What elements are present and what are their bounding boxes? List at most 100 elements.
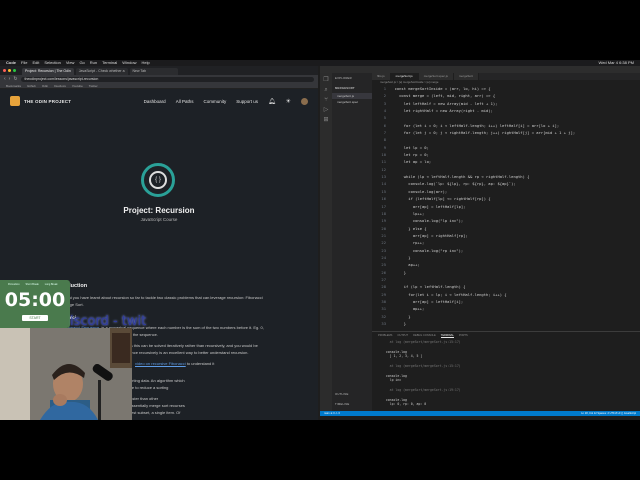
- code-line[interactable]: 18 lp++;: [372, 210, 640, 217]
- webcam-feed: [0, 328, 132, 420]
- extensions-icon[interactable]: ⊞: [323, 117, 329, 123]
- maximize-icon[interactable]: [13, 69, 16, 72]
- site-header: THE ODIN PROJECT Dashboard All Paths Com…: [0, 89, 318, 113]
- editor-tab-mergesort-folder[interactable]: mergeSort: [453, 73, 479, 80]
- code-text: console.log("rp inc");: [390, 247, 464, 253]
- code-line[interactable]: 2 const merge = (left, mid, right, arr) …: [372, 92, 640, 99]
- tab-output[interactable]: OUTPUT: [397, 334, 408, 338]
- code-line[interactable]: 20 } else {: [372, 225, 640, 232]
- code-line[interactable]: 16 if (leftHalf[lp] <= rightHalf[rp]) {: [372, 195, 640, 202]
- bookmark-item[interactable]: Devdocs: [54, 83, 66, 88]
- timer-tab-pomodoro[interactable]: Pomodoro: [8, 283, 20, 286]
- bell-icon[interactable]: 🔔︎: [268, 98, 276, 105]
- bookmark-item[interactable]: Twitter: [89, 83, 98, 88]
- timer-start-button[interactable]: START: [22, 315, 48, 321]
- site-logo-text[interactable]: THE ODIN PROJECT: [24, 99, 71, 104]
- browser-tab-new[interactable]: New Tab: [129, 68, 178, 75]
- code-line[interactable]: 13 while (lp < leftHalf.length && rp < r…: [372, 173, 640, 180]
- forward-icon[interactable]: ›: [9, 76, 11, 82]
- code-text: }: [390, 269, 407, 275]
- nav-community[interactable]: Community: [203, 99, 226, 104]
- code-line[interactable]: 8: [372, 136, 640, 143]
- editor-tabs: fibs.js mergeSort.js mergeSort.spec.js m…: [372, 73, 640, 80]
- code-line[interactable]: 5: [372, 114, 640, 121]
- code-line[interactable]: 33 }: [372, 320, 640, 327]
- line-number: 23: [381, 247, 386, 253]
- line-number: 8: [383, 137, 386, 143]
- nav-all-paths[interactable]: All Paths: [176, 99, 194, 104]
- code-line[interactable]: 10 let rp = 0;: [372, 151, 640, 158]
- code-line[interactable]: 9 let lp = 0;: [372, 144, 640, 151]
- code-line[interactable]: 23 console.log("rp inc");: [372, 247, 640, 254]
- code-line[interactable]: 1 const mergeSortInside = (arr, lo, hi) …: [372, 85, 640, 92]
- tab-terminal[interactable]: TERMINAL: [440, 334, 454, 338]
- bookmark-item[interactable]: Bookmarks: [6, 83, 21, 88]
- tab-problems[interactable]: PROBLEMS: [378, 334, 392, 338]
- editor-tab-mergesort[interactable]: mergeSort.js: [390, 73, 419, 80]
- code-line[interactable]: 21 arr[ap] = rightHalf[rp];: [372, 232, 640, 239]
- code-editor[interactable]: 1 const mergeSortInside = (arr, lo, hi) …: [372, 85, 640, 331]
- timeline-section[interactable]: TIMELINE: [332, 399, 372, 409]
- line-number: 6: [383, 122, 386, 128]
- code-line[interactable]: 3 let leftHalf = new Array(mid - left + …: [372, 100, 640, 107]
- code-line[interactable]: 30 arr[ap] = leftHalf[i];: [372, 298, 640, 305]
- timer-tab-short-break[interactable]: Short Break: [26, 283, 39, 286]
- odin-logo-icon[interactable]: [10, 96, 20, 106]
- nav-support-us[interactable]: Support us: [236, 99, 258, 104]
- editor-tab-fibs[interactable]: fibs.js: [372, 73, 391, 80]
- source-control-icon[interactable]: ⑂: [323, 97, 329, 103]
- close-icon[interactable]: [3, 69, 6, 72]
- terminal-panel: PROBLEMS OUTPUT DEBUG CONSOLE TERMINAL P…: [372, 331, 640, 416]
- code-line[interactable]: 25 ap++;: [372, 261, 640, 268]
- code-line[interactable]: 31 ap++;: [372, 305, 640, 312]
- code-line[interactable]: 14 console.log(`lp: ${lp}, rp: ${rp}, ap…: [372, 180, 640, 187]
- folder-mergesort[interactable]: MERGESORT: [332, 83, 372, 93]
- minimize-icon[interactable]: [8, 69, 11, 72]
- search-icon[interactable]: ⌕: [323, 87, 329, 93]
- code-line[interactable]: 32 }: [372, 313, 640, 320]
- outline-section[interactable]: OUTLINE: [332, 389, 372, 399]
- file-mergesort-spec[interactable]: mergeSort.spec: [332, 99, 372, 105]
- back-icon[interactable]: ‹: [4, 76, 6, 82]
- code-line[interactable]: 4 let rightHalf = new Array(right - mid)…: [372, 107, 640, 114]
- timer-tab-long-break[interactable]: Long Break: [45, 283, 58, 286]
- tab-debug-console[interactable]: DEBUG CONSOLE: [413, 334, 436, 338]
- nav-dashboard[interactable]: Dashboard: [144, 99, 166, 104]
- code-line[interactable]: 12: [372, 166, 640, 173]
- bookmark-item[interactable]: Youtube: [72, 83, 83, 88]
- code-line[interactable]: 29 for(let i = lp; i < leftHalf.length; …: [372, 291, 640, 298]
- terminal-output[interactable]: at log (mergeSort/mergeSort.js:15:17) co…: [372, 340, 640, 420]
- code-line[interactable]: 28 if (lp < leftHalf.length) {: [372, 283, 640, 290]
- panel-tabs: PROBLEMS OUTPUT DEBUG CONSOLE TERMINAL P…: [372, 332, 640, 340]
- explorer-icon[interactable]: ❐: [323, 77, 329, 83]
- tab-ports[interactable]: PORTS: [459, 334, 468, 338]
- avatar[interactable]: [301, 97, 308, 105]
- code-line[interactable]: 24 }: [372, 254, 640, 261]
- run-debug-icon[interactable]: ▷: [323, 107, 329, 113]
- bookmark-item[interactable]: Github: [27, 83, 36, 88]
- line-number: 2: [383, 93, 386, 99]
- code-line[interactable]: 27: [372, 276, 640, 283]
- status-branch[interactable]: main ⊗ 0 ⚠ 0: [324, 411, 340, 416]
- code-line[interactable]: 17 arr[ap] = leftHalf[lp];: [372, 203, 640, 210]
- browser-tab-javascript[interactable]: JavaScript - Check whether a: [75, 68, 128, 75]
- code-text: } else {: [390, 225, 427, 231]
- browser-tab-recursion[interactable]: Project: Recursion | The Odin: [22, 68, 74, 75]
- status-editor-info[interactable]: Ln 18, Col 12 Spaces: 2 UTF-8 LF {} Java…: [581, 411, 636, 416]
- line-number: 19: [381, 218, 386, 224]
- code-line[interactable]: 7 for (let j = 0; j < rightHalf.length; …: [372, 129, 640, 136]
- code-line[interactable]: 26 }: [372, 269, 640, 276]
- bookmark-item[interactable]: Odin: [42, 83, 48, 88]
- reload-icon[interactable]: ↻: [13, 76, 17, 82]
- code-line[interactable]: 11 let ap = lo;: [372, 158, 640, 165]
- code-line[interactable]: 19 console.log("lp inc");: [372, 217, 640, 224]
- code-line[interactable]: 6 for (let i = 0; i < leftHalf.length; i…: [372, 122, 640, 129]
- code-line[interactable]: 22 rp++;: [372, 239, 640, 246]
- theme-toggle-icon[interactable]: ☀: [286, 98, 291, 105]
- screen-recording: Code File Edit Selection View Go Run Ter…: [0, 60, 640, 420]
- code-text: let ap = lo;: [390, 159, 432, 165]
- editor-tab-mergesort-spec[interactable]: mergeSort.spec.js: [418, 73, 454, 80]
- url-input[interactable]: theodinproject.com/lessons/javascript-re…: [20, 76, 314, 82]
- code-line[interactable]: 15 console.log(arr);: [372, 188, 640, 195]
- recursive-fibonacci-video-link[interactable]: video on recursive Fibonacci: [135, 361, 186, 366]
